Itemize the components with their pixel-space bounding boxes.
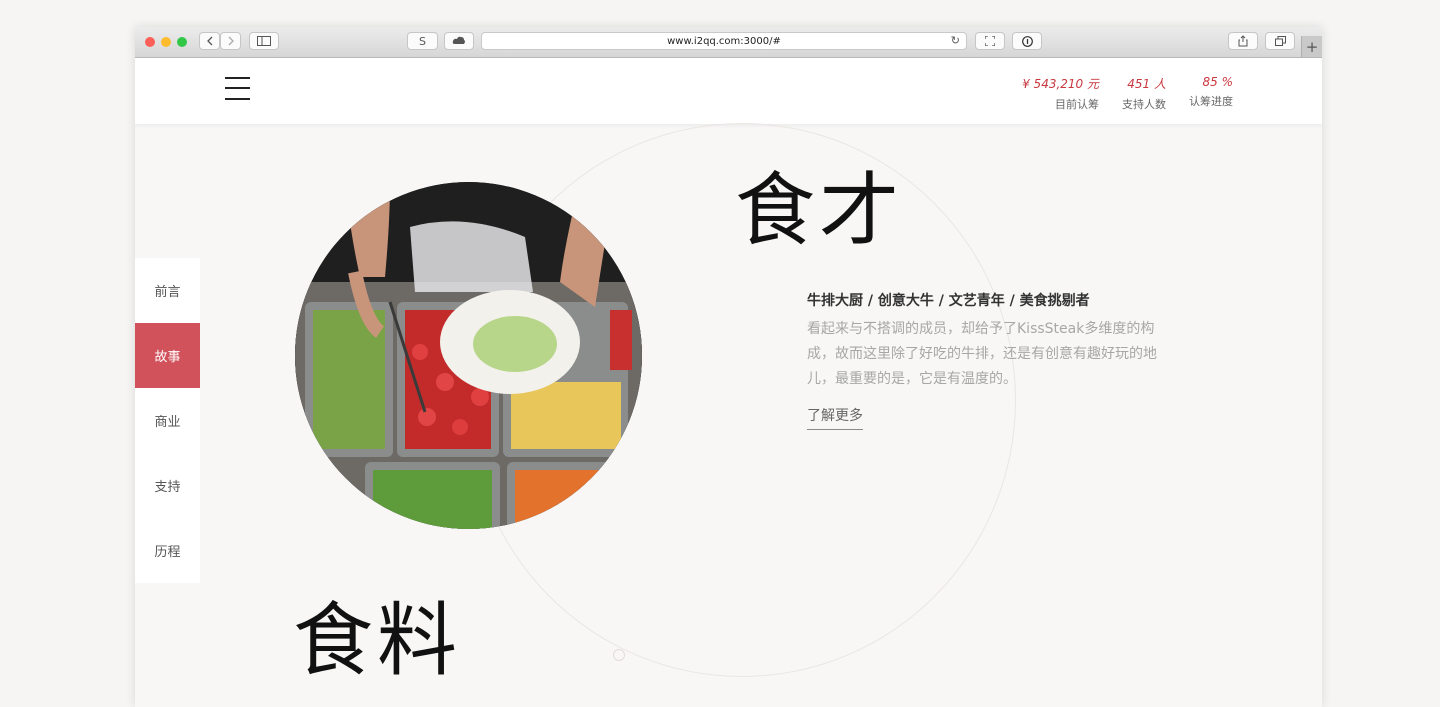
section-subtitle: 牛排大厨 / 创意大牛 / 文艺青年 / 美食挑剔者 (807, 293, 1090, 309)
cloud-icon (452, 36, 465, 44)
tabs-icon (1274, 36, 1286, 46)
nav-item-preface[interactable]: 前言 (135, 258, 200, 323)
chevron-right-icon (228, 36, 234, 46)
expand-icon (985, 36, 995, 46)
stat-supporters: 451 人 支持人数 (1122, 75, 1166, 112)
side-nav: 前言 故事 商业 支持 历程 (135, 258, 200, 583)
stat-raised-label: 目前认筹 (1055, 98, 1099, 111)
stat-raised-value: ¥ 543,210 元 (1022, 77, 1099, 91)
s-extension-label: S (419, 34, 426, 48)
chevron-left-icon (206, 36, 212, 46)
address-bar[interactable]: www.i2qq.com:3000/# ↻ (481, 32, 967, 50)
share-button[interactable] (1228, 32, 1258, 50)
forward-button[interactable] (220, 32, 241, 50)
browser-toolbar: S www.i2qq.com:3000/# ↻ + (135, 27, 1322, 58)
salad-bar-photo (295, 182, 642, 529)
s-extension-button[interactable]: S (407, 32, 438, 50)
plus-icon: + (1305, 37, 1319, 56)
extension-button[interactable] (444, 32, 474, 50)
close-window-button[interactable] (145, 37, 155, 47)
menu-icon[interactable] (225, 77, 250, 101)
sidebar-toggle-button[interactable] (249, 32, 279, 50)
stat-progress: 85 % 认筹进度 (1189, 75, 1233, 109)
minimize-window-button[interactable] (161, 37, 171, 47)
info-button[interactable] (1012, 32, 1042, 50)
fullscreen-button[interactable] (975, 32, 1005, 50)
tabs-overview-button[interactable] (1265, 32, 1295, 50)
section-title-ingredients-talent: 食才 (735, 164, 903, 257)
sidebar-icon (257, 36, 271, 46)
stat-progress-value: 85 % (1202, 75, 1234, 89)
nav-item-support[interactable]: 支持 (135, 453, 200, 518)
nav-item-business[interactable]: 商业 (135, 388, 200, 453)
info-icon (1021, 35, 1033, 47)
url-text: www.i2qq.com:3000/# (667, 35, 781, 47)
stat-supporters-label: 支持人数 (1122, 98, 1166, 111)
stat-supporters-value: 451 人 (1127, 77, 1166, 91)
reload-icon[interactable]: ↻ (951, 34, 960, 47)
nav-item-story[interactable]: 故事 (135, 323, 200, 388)
learn-more-link[interactable]: 了解更多 (807, 405, 863, 430)
nav-item-history[interactable]: 历程 (135, 518, 200, 583)
stat-progress-label: 认筹进度 (1189, 95, 1233, 108)
zoom-window-button[interactable] (177, 37, 187, 47)
page-header: ¥ 543,210 元 目前认筹 451 人 支持人数 85 % 认筹进度 (135, 58, 1322, 124)
browser-window: S www.i2qq.com:3000/# ↻ + ¥ 543,210 元 目前… (135, 27, 1322, 707)
section-description: 看起来与不搭调的成员，却给予了KissSteak多维度的构成，故而这里除了好吃的… (807, 321, 1157, 387)
section-title-ingredients: 食料 (293, 594, 461, 687)
share-icon (1238, 35, 1248, 47)
back-button[interactable] (199, 32, 220, 50)
new-tab-button[interactable]: + (1301, 36, 1322, 57)
stat-raised: ¥ 543,210 元 目前认筹 (1022, 75, 1099, 112)
circle-dot (613, 649, 625, 661)
